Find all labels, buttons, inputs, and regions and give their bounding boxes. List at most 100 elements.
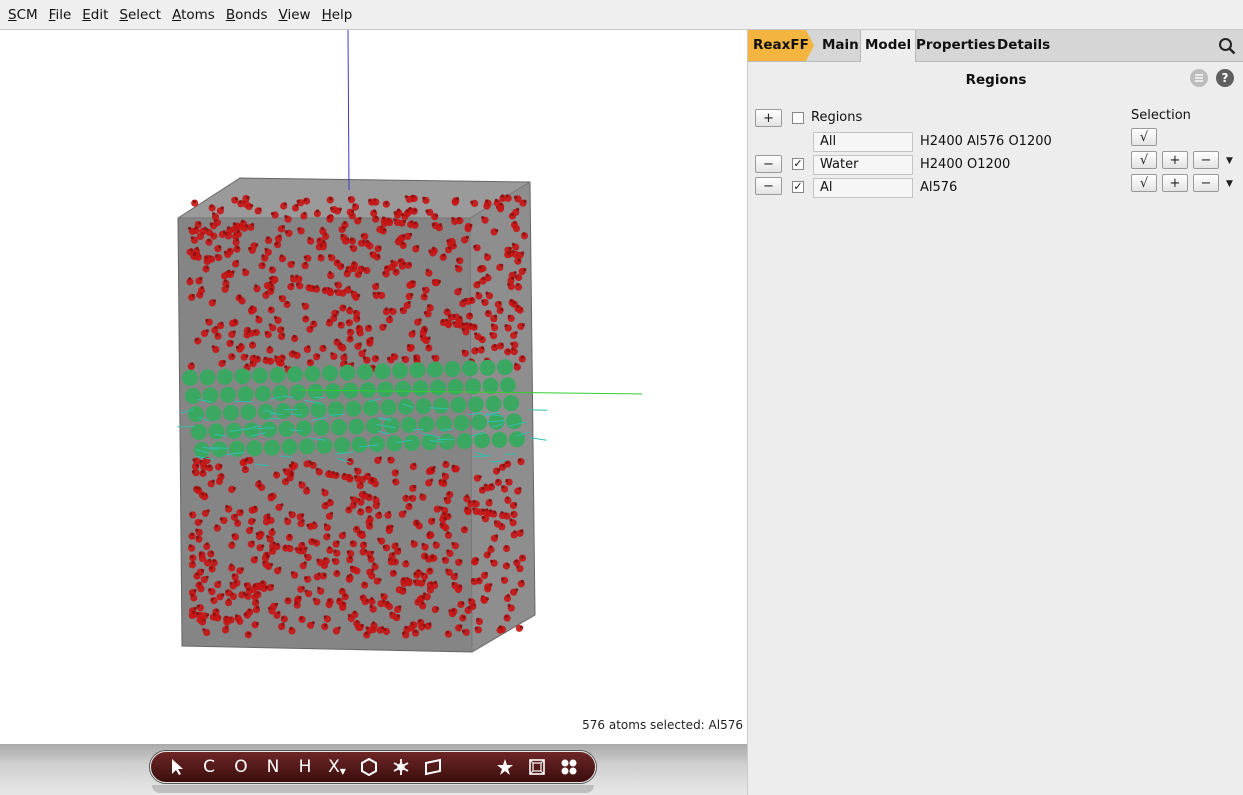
menu-scm-label: CM (16, 6, 38, 23)
menu-edit[interactable]: Edit (82, 7, 108, 23)
region-visible-checkbox-water[interactable]: ✓ (792, 158, 804, 170)
menu-atoms[interactable]: Atoms (172, 7, 215, 23)
water-molecule (304, 554, 308, 558)
water-molecule (238, 296, 242, 300)
water-molecule (425, 209, 429, 213)
remove-selection-water-button[interactable]: − (1193, 151, 1219, 169)
cell-tool[interactable] (521, 753, 553, 781)
tab-reaxff[interactable]: ReaxFF (748, 30, 814, 61)
water-molecule (230, 541, 235, 545)
tab-model[interactable]: Model (860, 30, 917, 62)
water-molecule (318, 254, 322, 258)
water-molecule (225, 504, 229, 509)
pointer-tool[interactable] (161, 753, 193, 781)
add-region-button[interactable]: + (755, 109, 782, 127)
water-molecule (343, 220, 347, 225)
regions-header-checkbox[interactable] (792, 112, 804, 124)
region-name-field-water[interactable]: Water (813, 155, 913, 175)
water-molecule (418, 318, 422, 322)
select-all-button[interactable]: √ (1131, 128, 1157, 146)
water-molecule (508, 246, 512, 251)
water-molecule (489, 332, 493, 336)
element-x-tool[interactable]: X ▼ (321, 753, 353, 781)
water-molecule (312, 521, 316, 525)
region-visible-checkbox-al[interactable]: ✓ (792, 181, 804, 193)
al-options-dropdown[interactable]: ▼ (1226, 179, 1233, 189)
water-molecule (199, 551, 203, 555)
aluminum-atom (339, 364, 356, 381)
add-selection-al-button[interactable]: + (1162, 174, 1188, 192)
tab-main[interactable]: Main (818, 30, 863, 61)
water-molecule (274, 471, 278, 475)
nitrogen-tool[interactable]: N (257, 753, 289, 781)
water-molecule (329, 197, 333, 201)
molecules-tool[interactable] (553, 753, 585, 781)
water-molecule (209, 222, 213, 226)
water-molecule (244, 458, 248, 462)
tab-details[interactable]: Details (993, 30, 1054, 61)
favorites-tool[interactable] (489, 753, 521, 781)
remove-region-al-button[interactable]: − (755, 177, 782, 195)
menu-bonds-label: onds (235, 6, 268, 23)
menu-scm[interactable]: SCM (8, 7, 38, 23)
aluminum-atom (377, 381, 394, 398)
water-molecule (418, 619, 422, 623)
hydrogen-tool[interactable]: H (289, 753, 321, 781)
plane-tool[interactable] (417, 753, 449, 781)
select-water-button[interactable]: √ (1131, 151, 1157, 169)
z-axis-line (347, 30, 350, 191)
oxygen-tool[interactable]: O (225, 753, 257, 781)
list-button[interactable] (1190, 69, 1208, 87)
aluminum-atom (290, 384, 306, 401)
region-name-field-al[interactable]: Al (813, 178, 913, 198)
water-molecule (451, 465, 455, 469)
water-molecule (413, 484, 417, 489)
search-button[interactable] (1218, 37, 1236, 59)
help-button[interactable]: ? (1216, 69, 1234, 87)
water-molecule (520, 355, 525, 359)
menu-bonds[interactable]: Bonds (226, 7, 268, 23)
molecule-viewport[interactable]: 576 atoms selected: Al576 (0, 30, 747, 744)
menu-help[interactable]: Help (322, 7, 353, 23)
water-molecule (358, 530, 362, 534)
ring-tool[interactable] (353, 753, 385, 781)
water-molecule (198, 582, 202, 586)
region-name-field-all[interactable]: All (813, 132, 913, 152)
water-options-dropdown[interactable]: ▼ (1226, 156, 1233, 166)
water-molecule (396, 614, 400, 618)
water-molecule (227, 598, 231, 602)
water-molecule (397, 547, 401, 551)
remove-selection-al-button[interactable]: − (1193, 174, 1219, 192)
water-molecule (451, 216, 455, 221)
water-molecule (403, 510, 407, 514)
water-molecule (192, 611, 196, 615)
aluminum-atom (255, 385, 271, 402)
water-molecule (500, 194, 504, 198)
molecule-scene[interactable] (0, 30, 747, 744)
menu-file[interactable]: File (49, 7, 72, 23)
water-molecule (518, 458, 522, 462)
aluminum-atom (409, 362, 426, 379)
water-molecule (331, 558, 336, 562)
freeze-tool[interactable] (385, 753, 417, 781)
aluminum-atom (453, 415, 470, 431)
add-selection-water-button[interactable]: + (1162, 151, 1188, 169)
water-molecule (500, 307, 504, 311)
water-molecule (376, 254, 381, 258)
menu-select[interactable]: Select (119, 7, 161, 23)
water-molecule (476, 291, 480, 295)
water-molecule (268, 345, 272, 350)
water-molecule (254, 284, 258, 288)
select-al-button[interactable]: √ (1131, 174, 1157, 192)
water-molecule (189, 512, 193, 516)
water-molecule (340, 233, 344, 237)
remove-region-water-button[interactable]: − (755, 155, 782, 173)
water-molecule (411, 280, 415, 284)
carbon-tool[interactable]: C (193, 753, 225, 781)
tab-properties[interactable]: Properties (912, 30, 1000, 61)
water-molecule (484, 571, 488, 576)
water-molecule (349, 496, 354, 500)
menu-view[interactable]: View (279, 7, 311, 23)
bottom-toolbar-area: C O N H X ▼ (0, 744, 747, 795)
water-molecule (195, 246, 199, 250)
